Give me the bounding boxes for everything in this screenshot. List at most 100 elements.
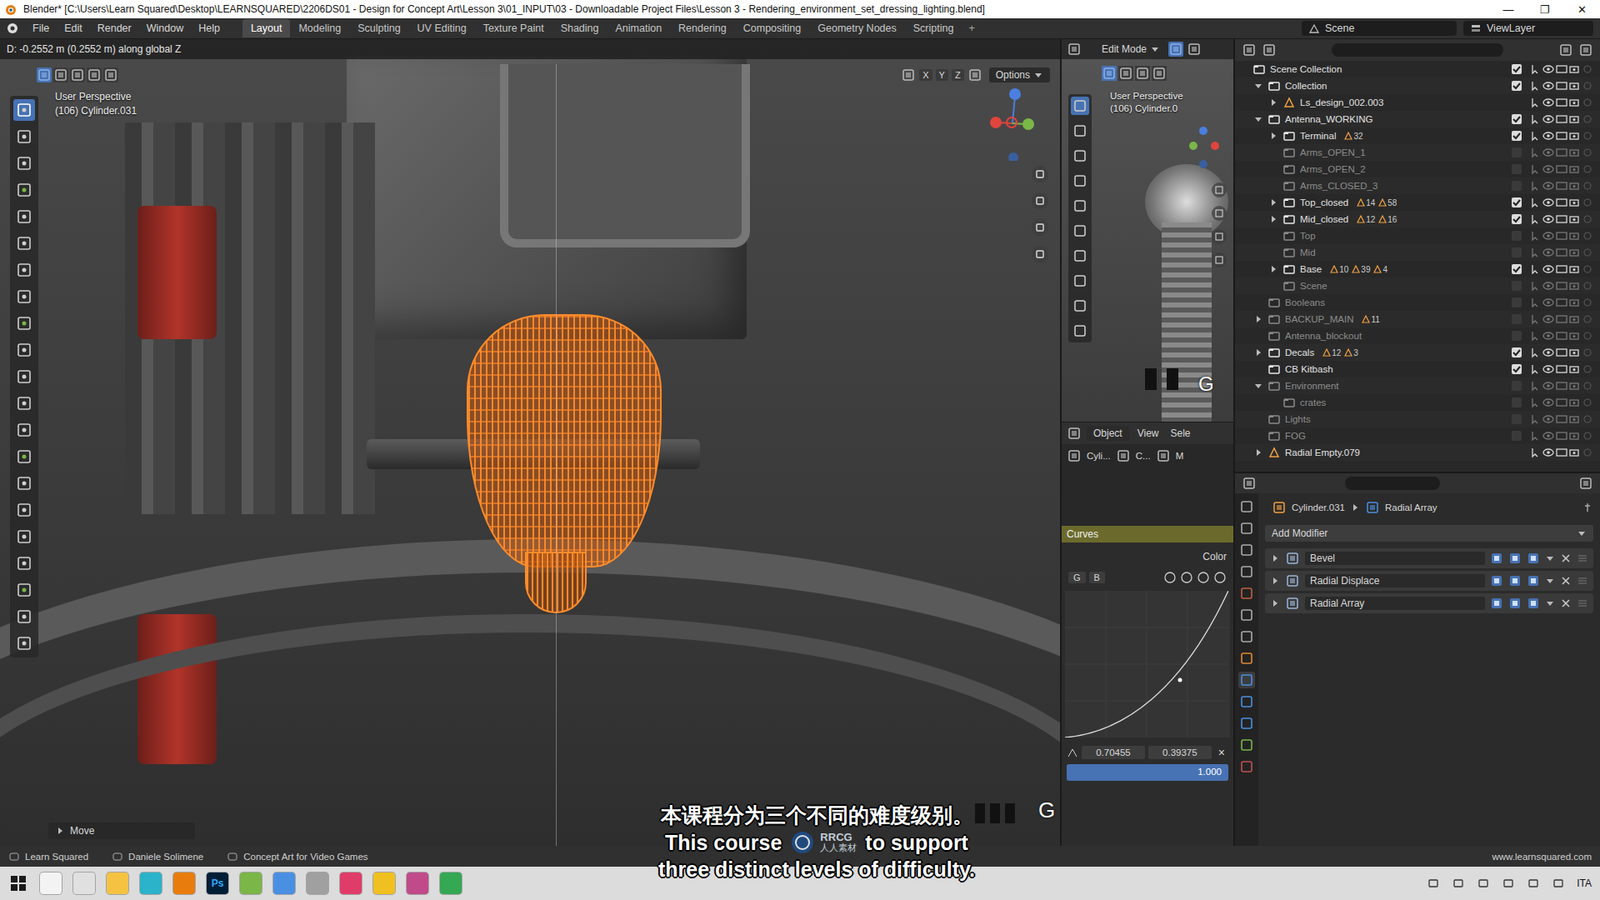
properties-tab-icon[interactable]	[1238, 520, 1255, 537]
tool-icon[interactable]	[1070, 246, 1090, 265]
taskbar-app[interactable]	[373, 872, 395, 895]
modifier-toggle-icon[interactable]	[1490, 551, 1504, 565]
outliner-item-label[interactable]: crates	[1300, 397, 1326, 408]
tool-icon[interactable]	[13, 419, 35, 441]
outliner-item-label[interactable]: Scene Collection	[1270, 64, 1342, 75]
drag-handle-icon[interactable]	[1576, 575, 1589, 587]
modifier-toggle-icon[interactable]	[1490, 596, 1504, 610]
grid-icon[interactable]	[1030, 244, 1050, 265]
tool-icon[interactable]	[1070, 171, 1090, 190]
camera-icon[interactable]	[1568, 246, 1582, 259]
monitor-icon[interactable]	[1555, 196, 1569, 209]
collapsed-arrow-icon[interactable]	[1268, 97, 1279, 108]
tray-icon[interactable]	[1501, 876, 1515, 890]
eye-icon[interactable]	[1541, 280, 1555, 292]
eye-icon[interactable]	[1541, 80, 1555, 92]
side-viewport[interactable]: Edit ModeUser Perspective(106) Cylinder.…	[1061, 39, 1234, 422]
options-dropdown[interactable]: Options	[989, 67, 1050, 83]
modifier-toggle-icon[interactable]	[1508, 574, 1522, 588]
camera-icon[interactable]	[1568, 396, 1582, 409]
outliner-item-label[interactable]: Antenna_WORKING	[1285, 114, 1373, 125]
expand-arrow[interactable]	[1253, 80, 1264, 91]
tool-icon[interactable]	[13, 552, 35, 575]
exclude-checkbox[interactable]	[1511, 230, 1522, 241]
select-mode-icon[interactable]	[1135, 65, 1150, 81]
monitor-icon[interactable]	[1555, 230, 1569, 242]
outliner-item-label[interactable]: Collection	[1285, 80, 1328, 91]
holdout-icon[interactable]	[1581, 163, 1594, 175]
properties-tab-icon[interactable]	[1238, 650, 1255, 667]
camera-icon[interactable]	[1568, 280, 1582, 292]
modifier-name[interactable]: Radial Array	[1385, 502, 1438, 513]
menu-item[interactable]: Window	[139, 20, 191, 37]
menu-item[interactable]: Help	[190, 20, 228, 37]
expand-arrow[interactable]	[1268, 180, 1279, 191]
eye-icon[interactable]	[1541, 413, 1555, 425]
monitor-icon[interactable]	[1555, 163, 1569, 175]
outliner-item-label[interactable]: Arms_OPEN_2	[1300, 164, 1366, 175]
options-icon[interactable]	[1578, 475, 1594, 491]
outliner-row[interactable]: Top	[1235, 227, 1600, 245]
properties-tab-icon[interactable]	[1238, 736, 1255, 754]
holdout-icon[interactable]	[1581, 430, 1594, 442]
outliner-row[interactable]: Antenna_WORKING	[1235, 110, 1600, 128]
menu-item[interactable]: File	[25, 20, 57, 37]
close-icon[interactable]	[1560, 575, 1572, 587]
expand-arrow[interactable]	[1268, 97, 1279, 108]
exclude-checkbox[interactable]	[1511, 180, 1522, 191]
taskbar-app[interactable]: Ps	[206, 872, 229, 895]
workspace-tab[interactable]: Geometry Nodes	[809, 19, 905, 38]
tool-icon[interactable]	[1070, 321, 1090, 340]
tray-icon[interactable]	[1451, 876, 1465, 890]
breadcrumb-icon[interactable]	[1115, 448, 1131, 464]
holdout-icon[interactable]	[1581, 246, 1594, 259]
eye-icon[interactable]	[1541, 330, 1555, 342]
holdout-icon[interactable]	[1581, 313, 1594, 325]
select-arrow-icon[interactable]	[1528, 380, 1542, 392]
holdout-icon[interactable]	[1581, 380, 1594, 392]
monitor-icon[interactable]	[1555, 180, 1569, 192]
expand-arrow[interactable]	[1253, 447, 1264, 458]
point-handle-icon[interactable]	[1066, 746, 1079, 759]
header-menu[interactable]: View	[1134, 425, 1163, 441]
workspace-tab[interactable]: Rendering	[670, 19, 735, 38]
select-arrow-icon[interactable]	[1528, 146, 1542, 159]
holdout-icon[interactable]	[1581, 196, 1594, 209]
collapsed-arrow-icon[interactable]	[1268, 264, 1279, 275]
axis-toggle[interactable]: Y	[935, 69, 949, 81]
modifier-type-icon[interactable]	[1285, 595, 1300, 611]
collapsed-arrow-icon[interactable]	[1253, 347, 1264, 358]
exclude-checkbox[interactable]	[1511, 197, 1522, 208]
camera-icon[interactable]	[1568, 296, 1582, 309]
outliner-item-label[interactable]: Mid	[1300, 247, 1316, 258]
tool-icon[interactable]	[13, 125, 35, 148]
outliner-item-label[interactable]: Terminal	[1300, 130, 1336, 141]
factor-slider[interactable]: 1.000	[1066, 764, 1229, 781]
workspace-tab[interactable]: Layout	[242, 19, 291, 38]
outliner-row[interactable]: Scene	[1235, 277, 1600, 295]
outliner-item-label[interactable]: Environment	[1285, 380, 1340, 391]
eye-icon[interactable]	[1541, 446, 1555, 459]
workspace-tab[interactable]: Compositing	[735, 19, 810, 38]
tray-icon[interactable]	[1526, 876, 1540, 890]
workspace-tab[interactable]: Shading	[552, 19, 608, 38]
workspace-tab[interactable]: Animation	[607, 19, 671, 38]
outliner-row[interactable]: Base10394	[1235, 260, 1600, 278]
holdout-icon[interactable]	[1581, 396, 1594, 409]
monitor-icon[interactable]	[1555, 80, 1569, 92]
point-y-field[interactable]: 0.39375	[1148, 745, 1212, 760]
eye-icon[interactable]	[1541, 113, 1555, 125]
outliner-row[interactable]: Booleans	[1235, 294, 1600, 311]
eye-icon[interactable]	[1541, 180, 1555, 192]
tool-icon[interactable]	[1070, 296, 1090, 315]
exclude-checkbox[interactable]	[1511, 414, 1522, 425]
header-menu[interactable]: Sele	[1166, 425, 1194, 441]
exclude-checkbox[interactable]	[1511, 297, 1522, 308]
camera-icon[interactable]	[1568, 263, 1582, 275]
select-arrow-icon[interactable]	[1528, 180, 1542, 192]
editor-type-icon[interactable]	[1241, 475, 1257, 491]
exclude-checkbox[interactable]	[1511, 80, 1522, 91]
eye-icon[interactable]	[1541, 263, 1555, 275]
eye-icon[interactable]	[1541, 363, 1555, 375]
tool-icon[interactable]	[13, 232, 35, 255]
